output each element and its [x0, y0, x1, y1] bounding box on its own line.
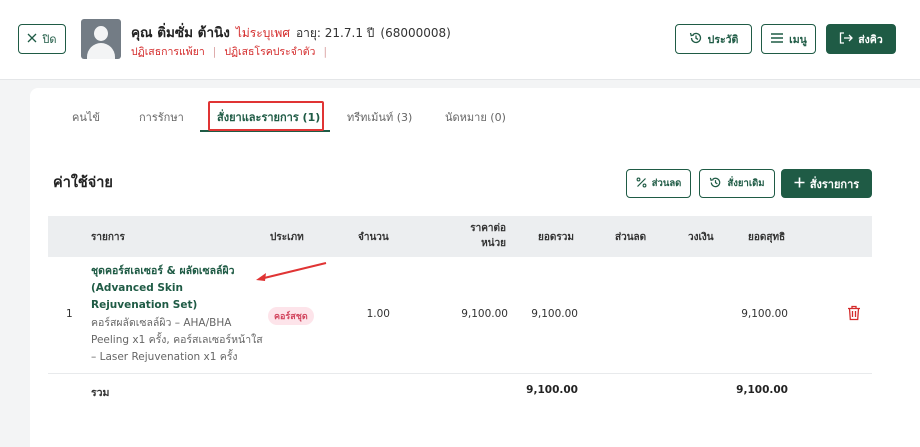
col-unit-price: ราคาต่อ หน่วย: [470, 223, 506, 249]
discount-button[interactable]: ส่วนลด: [626, 169, 691, 198]
menu-button[interactable]: เมนู: [761, 24, 816, 54]
discount-label: ส่วนลด: [651, 178, 682, 189]
section-title: ค่าใช้จ่าย: [53, 175, 113, 191]
divider: |: [212, 45, 217, 58]
disease-status: ปฏิเสธโรคประจำตัว: [224, 46, 316, 58]
menu-icon: [770, 32, 784, 47]
summary-label: รวม: [91, 387, 110, 399]
send-queue-button[interactable]: ส่งคิว: [826, 24, 896, 54]
col-limit: วงเงิน: [688, 232, 714, 243]
col-type: ประเภท: [270, 232, 304, 243]
orders-card: คนไข้ การรักษา สั่งยาและรายการ (1) ทรีทเ…: [30, 88, 920, 447]
plus-icon: [794, 177, 805, 191]
summary-net: 9,100.00: [736, 384, 788, 396]
tab-patient[interactable]: คนไข้: [72, 108, 100, 126]
type-badge: คอร์สชุด: [268, 307, 314, 325]
patient-header: ปิด คุณ ติ่มซั่ม ต้านิง ไม่ระบุเพศ อายุ:…: [0, 0, 920, 80]
history-label: ประวัติ: [707, 33, 739, 46]
menu-label: เมนู: [789, 33, 807, 46]
total-value: 9,100.00: [531, 308, 578, 320]
tab-treatment[interactable]: การรักษา: [139, 108, 184, 126]
col-qty: จำนวน: [358, 232, 389, 243]
drug-allergy-status: ปฏิเสธการแพ้ยา: [131, 46, 205, 58]
tab-treatments[interactable]: ทรีทเม้นท์ (3): [347, 108, 412, 126]
col-total: ยอดรวม: [538, 232, 574, 243]
tab-bar: คนไข้ การรักษา สั่งยาและรายการ (1) ทรีทเ…: [30, 88, 920, 134]
summary-total: 9,100.00: [526, 384, 578, 396]
send-label: ส่งคิว: [858, 33, 883, 46]
close-button[interactable]: ปิด: [18, 24, 66, 54]
tab-appointments[interactable]: นัดหมาย (0): [445, 108, 506, 126]
history-icon: [689, 31, 703, 48]
close-icon: [27, 33, 37, 46]
add-order-button[interactable]: สั่งรายการ: [781, 169, 872, 198]
patient-info: คุณ ติ่มซั่ม ต้านิง ไม่ระบุเพศ อายุ: 21.…: [131, 21, 451, 43]
net-value: 9,100.00: [741, 308, 788, 320]
reorder-label: สั่งยาเดิม: [727, 178, 765, 189]
col-item: รายการ: [91, 232, 125, 243]
table-header: รายการ ประเภท จำนวน ราคาต่อ หน่วย ยอดรวม…: [48, 216, 872, 257]
row-divider: [48, 373, 872, 374]
history-icon: [709, 176, 722, 192]
add-order-label: สั่งรายการ: [809, 177, 860, 191]
col-net: ยอดสุทธิ: [748, 232, 786, 243]
trash-icon[interactable]: [847, 305, 861, 324]
col-discount: ส่วนลด: [615, 232, 647, 243]
tab-highlight-box: [208, 101, 324, 131]
unit-price-value: 9,100.00: [461, 308, 508, 320]
patient-name: คุณ ติ่มซั่ม ต้านิง: [131, 25, 230, 41]
send-icon: [839, 31, 854, 47]
allergy-info: ปฏิเสธการแพ้ยา | ปฏิเสธโรคประจำตัว |: [131, 43, 327, 60]
annotation-arrow: [256, 262, 327, 281]
reorder-button[interactable]: สั่งยาเดิม: [699, 169, 775, 198]
qty-value: 1.00: [366, 308, 390, 320]
patient-id: (68000008): [380, 26, 451, 40]
divider: |: [323, 45, 327, 58]
item-name-link[interactable]: ชุดคอร์สเลเซอร์ & ผลัดเซลล์ผิว (Advanced…: [91, 263, 251, 314]
percent-icon: [636, 177, 647, 191]
patient-age: อายุ: 21.7.1 ปี: [295, 26, 375, 40]
patient-gender: ไม่ระบุเพศ: [235, 26, 290, 40]
history-button[interactable]: ประวัติ: [675, 24, 752, 54]
avatar: [81, 19, 121, 59]
item-description: คอร์สผลัดเซลล์ผิว – AHA/BHA Peeling x1 ค…: [91, 317, 263, 363]
close-label: ปิด: [42, 33, 57, 46]
row-number: 1: [66, 308, 73, 320]
